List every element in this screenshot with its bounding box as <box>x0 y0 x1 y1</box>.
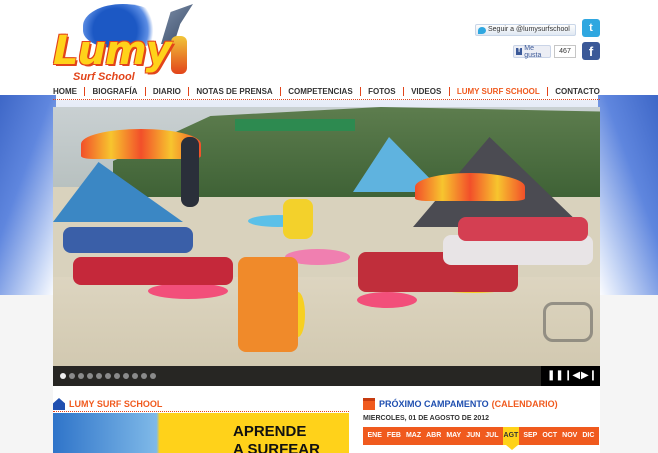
section-divider <box>53 411 349 412</box>
photo-watermark-logo <box>543 302 593 342</box>
nav-notas-de-prensa[interactable]: NOTAS DE PRENSA <box>196 87 272 96</box>
slide-dot[interactable] <box>114 373 120 379</box>
photo-umbrella <box>415 173 525 201</box>
next-icon[interactable]: ▶❙ <box>581 369 597 383</box>
nav-videos[interactable]: VIDEOS <box>411 87 441 96</box>
photo-person-lying <box>238 257 298 352</box>
month-dic[interactable]: DIC <box>581 427 595 445</box>
month-abr[interactable]: ABR <box>425 427 442 445</box>
month-agt[interactable]: AGT <box>502 427 520 450</box>
month-nov[interactable]: NOV <box>561 427 578 445</box>
promo-line-2: A SURFEAR <box>233 441 320 453</box>
lumy-surf-school-heading[interactable]: LUMY SURF SCHOOL <box>53 398 162 410</box>
slide-dot[interactable] <box>132 373 138 379</box>
slideshow-buttons: ❚❚ ❙◀ ▶❙ <box>541 366 600 386</box>
site-logo[interactable]: Lumy Surf School <box>53 4 193 86</box>
month-feb[interactable]: FEB <box>386 427 402 445</box>
photo-surfboard <box>357 292 417 308</box>
facebook-icon[interactable]: f <box>582 42 600 60</box>
slide-dot[interactable] <box>87 373 93 379</box>
logo-brand-text: Lumy <box>53 28 172 74</box>
twitter-follow-button[interactable]: Seguir a @lumysurfschool <box>475 24 576 36</box>
photo-person-lying <box>458 217 588 241</box>
nav-separator <box>402 86 404 96</box>
hero-slideshow[interactable]: ❚❚ ❙◀ ▶❙ <box>53 107 600 386</box>
photo-person-lying <box>63 227 193 253</box>
photo-person-lying <box>73 257 233 285</box>
proximo-campamento-title: PRÓXIMO CAMPAMENTO <box>379 399 489 409</box>
twitter-icon[interactable]: t <box>582 19 600 37</box>
slide-dot[interactable] <box>141 373 147 379</box>
month-may[interactable]: MAY <box>445 427 462 445</box>
facebook-like-label: Me gusta <box>524 44 542 59</box>
nav-separator <box>188 86 190 96</box>
facebook-like-button[interactable]: f Me gusta <box>513 44 551 59</box>
nav-separator <box>359 86 361 96</box>
nav-biografia[interactable]: BIOGRAFÍA <box>93 87 138 96</box>
nav-separator <box>279 86 281 96</box>
photo-person-standing <box>181 137 199 207</box>
twitter-bird-icon <box>478 26 486 34</box>
right-decor-wave <box>598 95 658 295</box>
left-decor-wave <box>0 95 56 295</box>
slide-dot[interactable] <box>105 373 111 379</box>
nav-separator <box>547 86 549 96</box>
facebook-like-count: 467 <box>554 45 576 58</box>
nav-fotos[interactable]: FOTOS <box>368 87 395 96</box>
logo-tagline: Surf School <box>73 71 135 83</box>
home-icon <box>53 398 65 410</box>
month-sep[interactable]: SEP <box>522 427 538 445</box>
month-jun[interactable]: JUN <box>465 427 481 445</box>
photo-surfboard <box>148 283 228 299</box>
slide-indicator-dots <box>60 373 156 379</box>
nav-contacto[interactable]: CONTACTO <box>555 87 600 96</box>
nav-lumy-surf-school[interactable]: LUMY SURF SCHOOL <box>457 87 540 96</box>
slide-dot[interactable] <box>78 373 84 379</box>
slide-dot[interactable] <box>96 373 102 379</box>
calendario-link[interactable]: (CALENDARIO) <box>492 399 558 409</box>
nav-separator <box>84 86 86 96</box>
nav-separator <box>448 86 450 96</box>
lumy-surf-school-title: LUMY SURF SCHOOL <box>69 399 163 409</box>
aprende-a-surfear-banner[interactable]: APRENDE A SURFEAR <box>53 413 349 453</box>
promo-line-1: APRENDE <box>233 423 307 440</box>
facebook-small-icon: f <box>516 48 523 55</box>
month-maz[interactable]: MAZ <box>405 427 422 445</box>
slideshow-controls-bar: ❚❚ ❙◀ ▶❙ <box>53 366 600 386</box>
previous-icon[interactable]: ❙◀ <box>564 369 580 383</box>
month-selector: ENE FEB MAZ ABR MAY JUN JUL AGT SEP OCT NOV DIC <box>363 427 599 450</box>
pause-icon[interactable]: ❚❚ <box>547 369 564 383</box>
logo-surfer-figure <box>171 36 187 74</box>
nav-separator <box>144 86 146 96</box>
month-oct[interactable]: OCT <box>541 427 558 445</box>
photo-canopy <box>235 119 355 131</box>
calendar-icon <box>363 398 375 410</box>
slide-dot[interactable] <box>123 373 129 379</box>
nav-home[interactable]: HOME <box>53 87 77 96</box>
nav-diario[interactable]: DIARIO <box>153 87 181 96</box>
proximo-campamento-heading: PRÓXIMO CAMPAMENTO (CALENDARIO) <box>363 398 558 410</box>
camp-date: MIERCOLES, 01 DE AGOSTO DE 2012 <box>363 415 490 422</box>
month-jul[interactable]: JUL <box>484 427 499 445</box>
twitter-follow-label: Seguir a @lumysurfschool <box>488 26 570 33</box>
main-navigation: HOME BIOGRAFÍA DIARIO NOTAS DE PRENSA CO… <box>53 83 600 100</box>
photo-person-instructor <box>283 199 313 239</box>
month-ene[interactable]: ENE <box>367 427 383 445</box>
slide-dot[interactable] <box>60 373 66 379</box>
slide-dot[interactable] <box>69 373 75 379</box>
slide-dot[interactable] <box>150 373 156 379</box>
nav-competencias[interactable]: COMPETENCIAS <box>288 87 352 96</box>
